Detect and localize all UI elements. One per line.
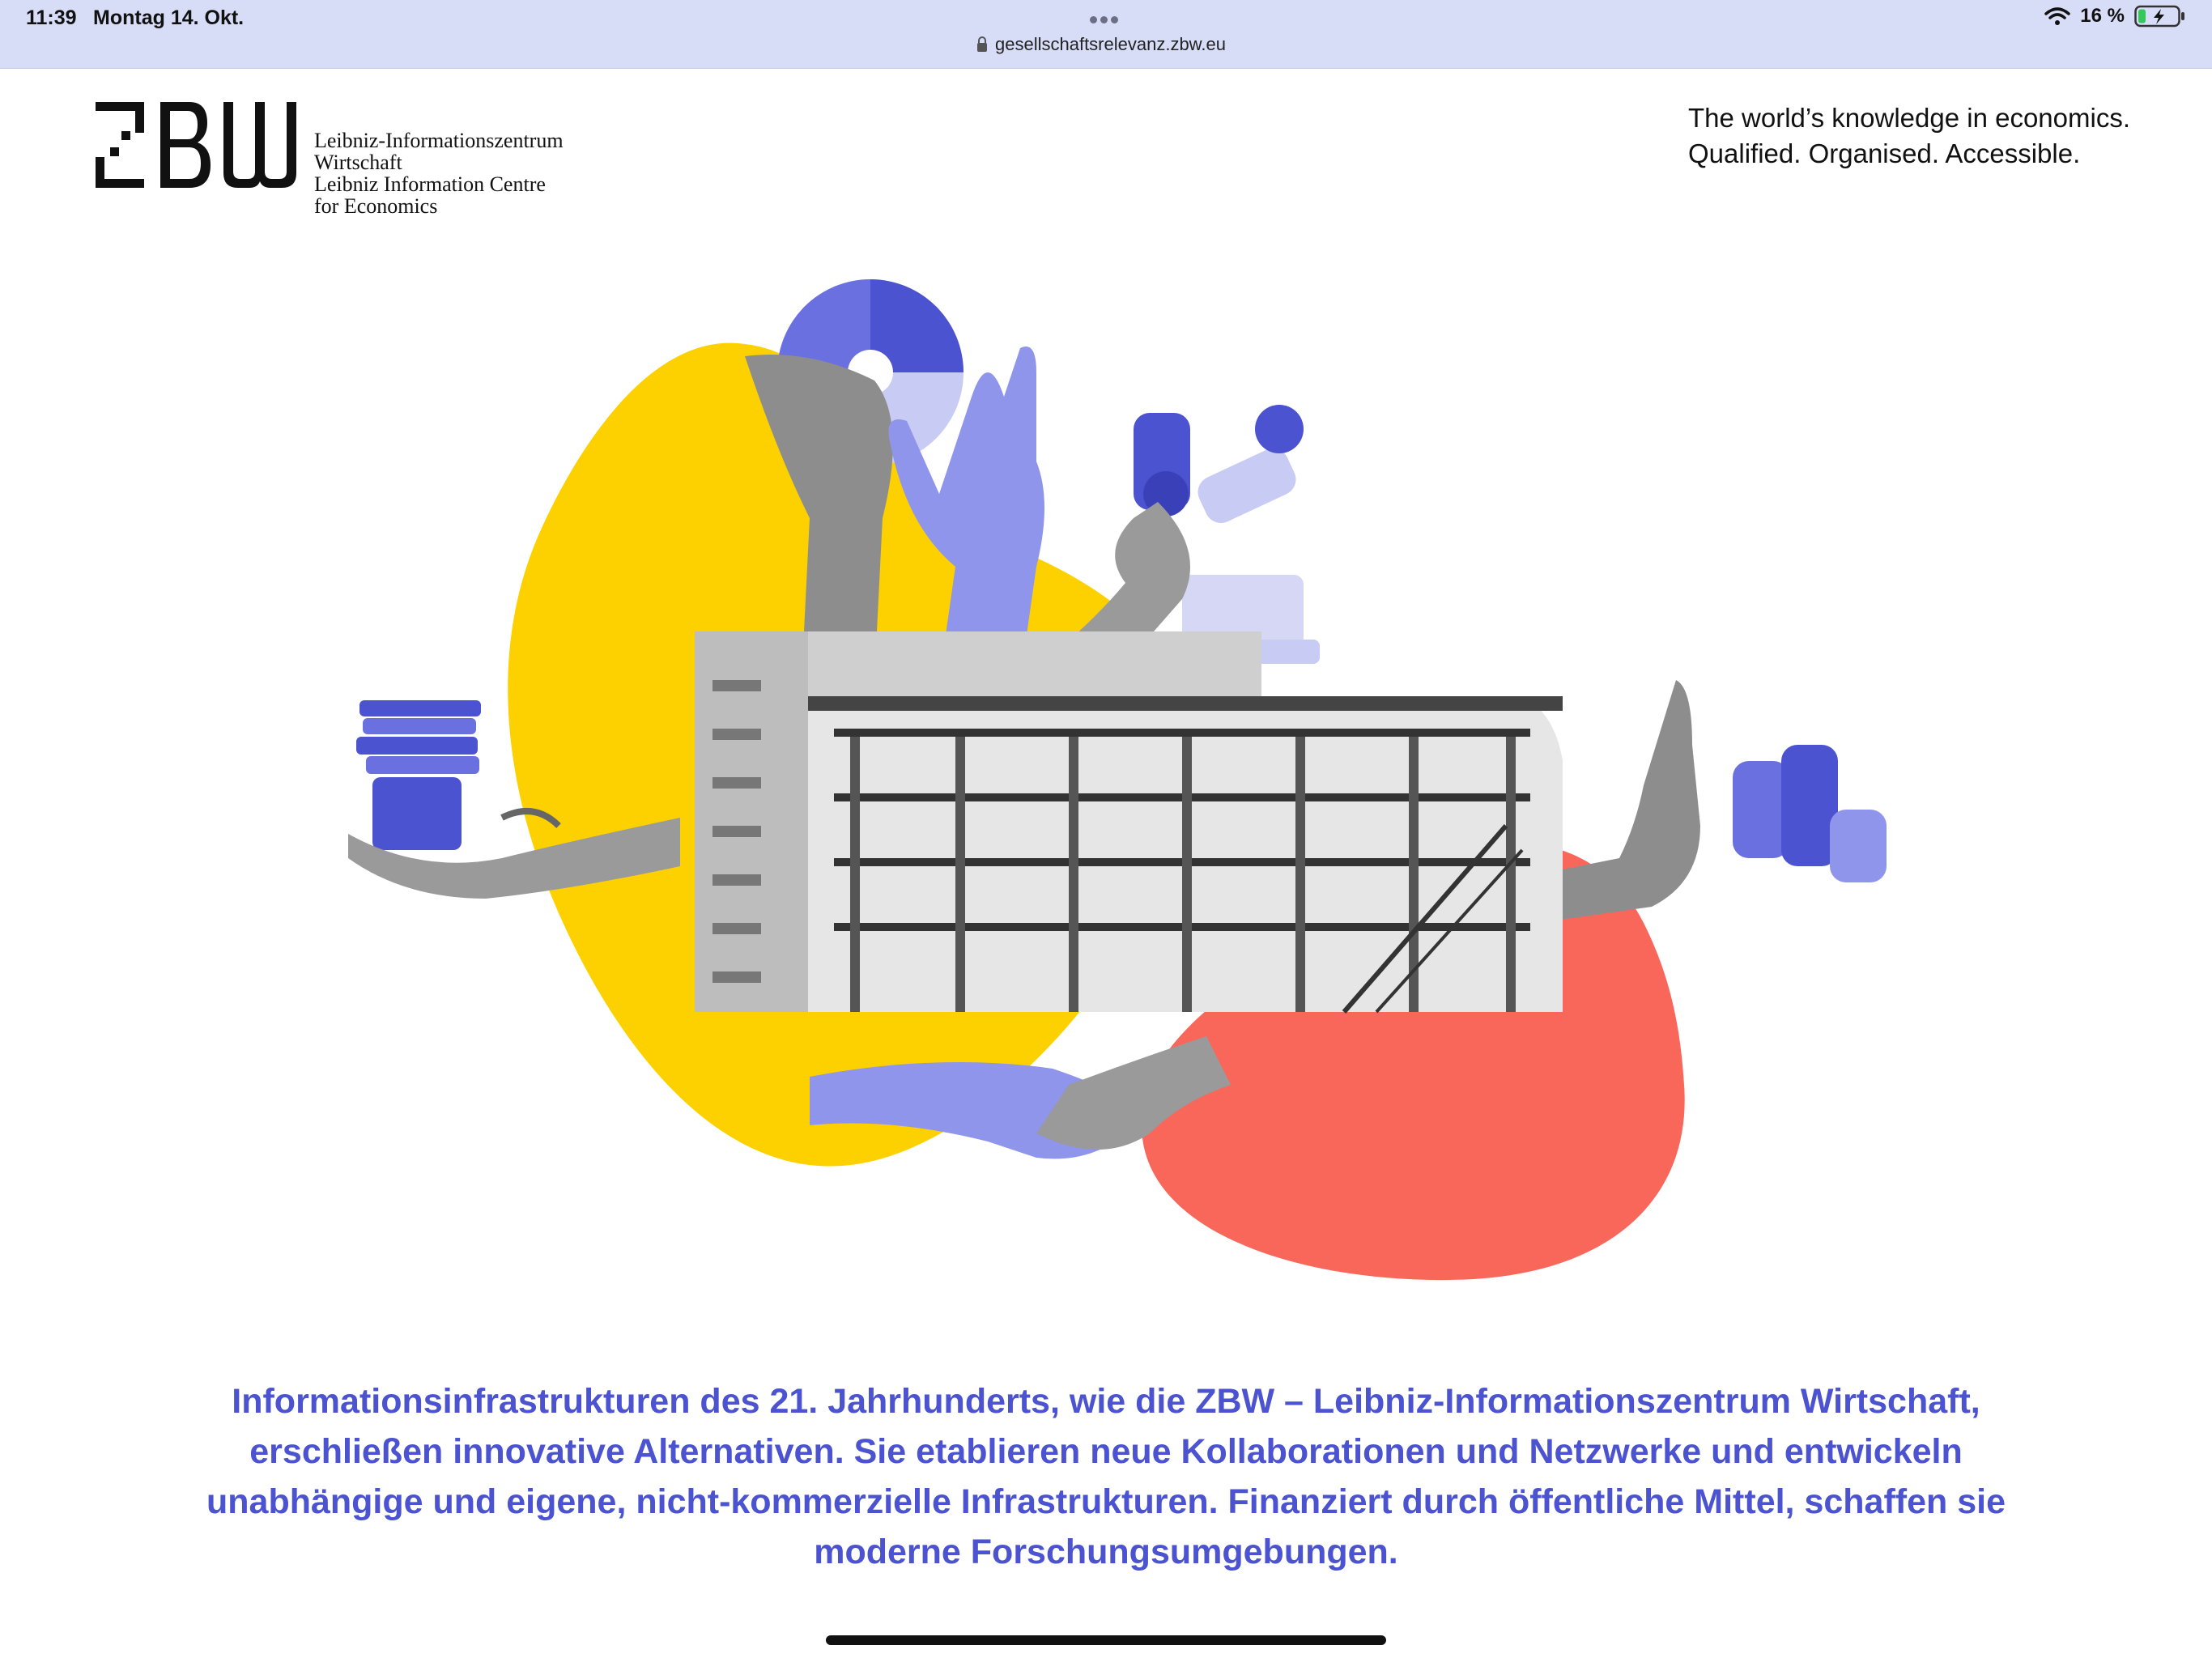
logo-line: Leibniz-Informationszentrum bbox=[314, 129, 564, 152]
tagline: The world’s knowledge in economics. Qual… bbox=[1688, 100, 2130, 172]
tagline-line: Qualified. Organised. Accessible. bbox=[1688, 138, 2081, 168]
intro-paragraph: Informationsinfrastrukturen des 21. Jahr… bbox=[206, 1382, 2006, 1571]
site-header: Leibniz-Informationszentrum Wirtschaft L… bbox=[0, 68, 2212, 217]
status-right: 16 % bbox=[2044, 5, 2186, 28]
status-time: 11:39 bbox=[26, 6, 77, 29]
battery-percent: 16 % bbox=[2080, 5, 2125, 27]
status-date: Montag 14. Okt. bbox=[93, 6, 245, 29]
status-bar: 11:39 Montag 14. Okt. gesellschaftsrelev… bbox=[0, 0, 2212, 69]
coins-hand-icon bbox=[1538, 680, 1887, 923]
hero-collage-image bbox=[348, 279, 1887, 1281]
tagline-line: The world’s knowledge in economics. bbox=[1688, 103, 2130, 133]
logo-text: Leibniz-Informationszentrum Wirtschaft L… bbox=[314, 130, 564, 217]
zbw-logo-mark bbox=[96, 102, 296, 188]
wifi-icon bbox=[2044, 7, 2071, 25]
logo-line: Leibniz Information Centre bbox=[314, 172, 546, 196]
logo-line: Wirtschaft bbox=[314, 151, 402, 174]
more-dots-icon[interactable] bbox=[1090, 13, 1122, 23]
url-text: gesellschaftsrelevanz.zbw.eu bbox=[995, 34, 1226, 54]
building-image bbox=[695, 631, 1563, 1014]
battery-icon bbox=[2134, 5, 2184, 28]
lock-icon bbox=[977, 36, 987, 52]
zbw-logo[interactable]: Leibniz-Informationszentrum Wirtschaft L… bbox=[94, 100, 564, 217]
address-bar[interactable]: gesellschaftsrelevanz.zbw.eu bbox=[976, 34, 1226, 55]
home-indicator[interactable] bbox=[826, 1635, 1386, 1645]
logo-line: for Economics bbox=[314, 194, 438, 218]
